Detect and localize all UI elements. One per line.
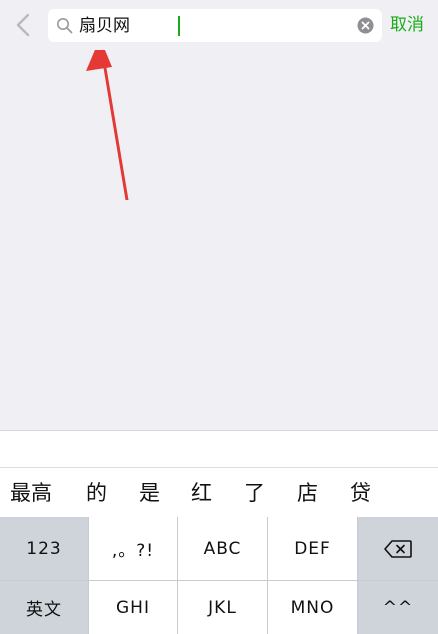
key-123[interactable]: 123 — [0, 517, 88, 580]
backspace-key[interactable] — [358, 517, 438, 580]
key-emoticon[interactable]: ^^ — [358, 581, 438, 634]
results-area — [0, 50, 438, 430]
chevron-left-icon — [16, 13, 30, 37]
key-jkl[interactable]: JKL — [178, 581, 267, 634]
composition-bar — [0, 430, 438, 467]
key-def[interactable]: DEF — [268, 517, 357, 580]
key-punctuation[interactable]: ,。?! — [89, 517, 177, 580]
back-button[interactable] — [8, 8, 38, 42]
clear-icon[interactable] — [357, 17, 374, 34]
keyboard: 123 ,。?! ABC DEF 英文 GHI JKL MNO ^^ — [0, 517, 438, 634]
key-mno[interactable]: MNO — [268, 581, 357, 634]
key-abc[interactable]: ABC — [178, 517, 267, 580]
candidate-bar: 最高 的 是 红 了 店 贷 — [0, 467, 438, 518]
key-english[interactable]: 英文 — [0, 581, 88, 634]
cancel-button[interactable]: 取消 — [390, 9, 438, 42]
candidate-item[interactable]: 红 — [191, 479, 212, 507]
search-field[interactable]: 扇贝网 — [48, 9, 382, 42]
search-input[interactable]: 扇贝网 — [79, 14, 130, 38]
key-ghi[interactable]: GHI — [89, 581, 177, 634]
search-icon — [57, 18, 73, 34]
text-cursor — [178, 16, 180, 36]
candidate-item[interactable]: 的 — [86, 479, 107, 507]
candidate-item[interactable]: 了 — [244, 479, 265, 507]
backspace-icon — [384, 539, 412, 558]
candidate-item[interactable]: 店 — [297, 479, 318, 507]
annotation-arrow — [86, 50, 129, 200]
candidate-item[interactable]: 是 — [139, 479, 160, 507]
candidate-item[interactable]: 最高 — [10, 479, 52, 507]
candidate-item[interactable]: 贷 — [350, 479, 371, 507]
search-bar: 扇贝网 取消 — [0, 0, 438, 50]
